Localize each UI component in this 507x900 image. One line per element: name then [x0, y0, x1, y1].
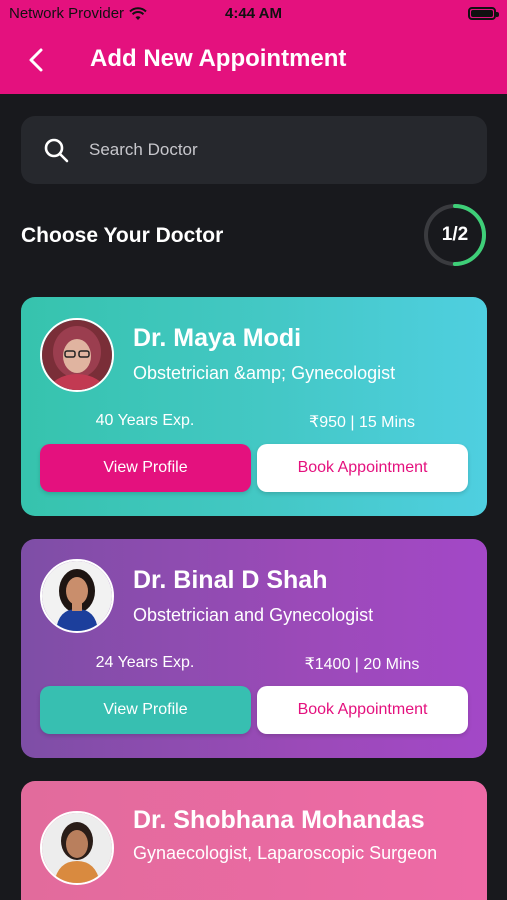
page-title: Add New Appointment: [90, 45, 347, 72]
chevron-left-icon: [29, 48, 43, 72]
step-text: 1/2: [441, 224, 469, 245]
book-appointment-button[interactable]: Book Appointment: [257, 444, 468, 492]
app-header: Network Provider 4:44 AM Add New Appoint…: [0, 0, 507, 94]
doctor-specialty: Obstetrician and Gynecologist: [133, 605, 374, 625]
doctor-fee: ₹1400 | 20 Mins: [304, 656, 420, 673]
doctor-name: Dr. Binal D Shah: [133, 566, 328, 594]
doctor-name: Dr. Maya Modi: [133, 324, 302, 352]
book-appointment-button[interactable]: Book Appointment: [257, 686, 468, 734]
back-button[interactable]: [24, 46, 48, 74]
doctor-avatar: [40, 811, 114, 885]
step-indicator: 1/2: [423, 203, 487, 267]
search-icon: [44, 138, 69, 163]
view-profile-button[interactable]: View Profile: [40, 444, 251, 492]
section-title: Choose Your Doctor: [21, 224, 224, 247]
doctor-card: Dr. Maya Modi Obstetrician &amp; Gynecol…: [21, 297, 487, 516]
doctor-avatar: [40, 559, 114, 633]
search-input[interactable]: [89, 140, 419, 160]
doctor-fee: ₹950 | 15 Mins: [309, 414, 415, 431]
doctor-experience: 24 Years Exp.: [95, 654, 195, 671]
battery-icon: [468, 7, 499, 20]
search-bar[interactable]: [21, 116, 487, 184]
doctor-specialty: Obstetrician &amp; Gynecologist: [133, 363, 396, 383]
doctor-card: Dr. Binal D Shah Obstetrician and Gyneco…: [21, 539, 487, 758]
doctor-card: Dr. Shobhana Mohandas Gynaecologist, Lap…: [21, 781, 487, 900]
status-bar: Network Provider 4:44 AM: [0, 0, 507, 28]
doctor-specialty: Gynaecologist, Laparoscopic Surgeon: [133, 843, 438, 863]
doctor-avatar: [40, 318, 114, 392]
clock: 4:44 AM: [225, 5, 282, 22]
doctor-experience: 40 Years Exp.: [95, 412, 195, 429]
doctor-name: Dr. Shobhana Mohandas: [133, 806, 425, 834]
view-profile-button[interactable]: View Profile: [40, 686, 251, 734]
